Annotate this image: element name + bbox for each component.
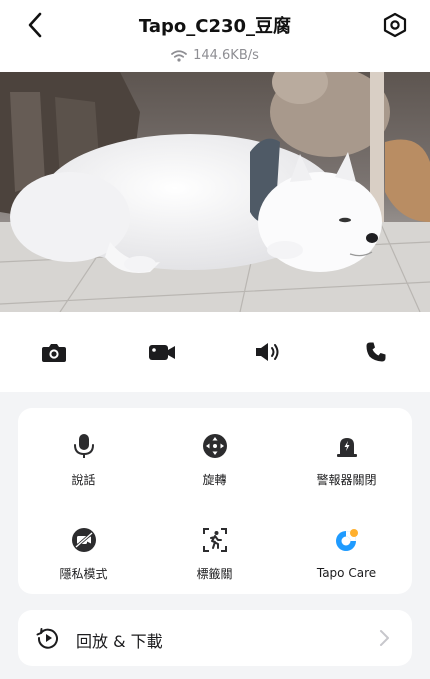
tapo-care-icon — [335, 529, 358, 551]
feature-rotate[interactable]: 旋轉 — [149, 408, 280, 488]
feature-label: 隱私模式 — [59, 567, 108, 581]
playback-icon — [36, 628, 58, 649]
call-button[interactable] — [356, 336, 396, 368]
control-bar — [0, 312, 430, 392]
feature-motion-tag[interactable]: 標籤關 — [149, 502, 280, 582]
feature-label: 旋轉 — [202, 473, 227, 487]
audio-button[interactable] — [248, 336, 288, 368]
record-button[interactable] — [142, 336, 182, 368]
playback-label: 回放 & 下載 — [76, 632, 163, 651]
motion-tag-icon — [202, 527, 227, 552]
feature-privacy[interactable]: 隱私模式 — [18, 502, 149, 582]
hexagon-settings-icon — [383, 12, 407, 38]
settings-button[interactable] — [380, 10, 410, 40]
feature-label: 說話 — [71, 473, 96, 487]
chevron-right-icon — [380, 630, 389, 646]
phone-icon — [366, 342, 386, 362]
feature-label: 標籤關 — [196, 567, 233, 581]
feature-tapo-care[interactable]: Tapo Care — [281, 502, 412, 582]
siren-icon — [336, 437, 357, 457]
video-camera-icon — [149, 345, 175, 360]
privacy-icon — [71, 527, 96, 552]
wifi-icon — [171, 49, 187, 62]
feature-talk[interactable]: 說話 — [18, 408, 149, 488]
live-video-feed[interactable] — [0, 72, 430, 312]
video-frame — [0, 72, 430, 312]
playback-download-row[interactable]: 回放 & 下載 — [18, 610, 412, 666]
speaker-icon — [256, 343, 279, 361]
camera-icon — [42, 344, 66, 362]
feature-siren[interactable]: 警報器關閉 — [281, 408, 412, 488]
snapshot-button[interactable] — [34, 336, 74, 368]
page-title: Tapo_C230_豆腐 — [138, 16, 292, 37]
feature-label: 警報器關閉 — [316, 473, 377, 487]
header: Tapo_C230_豆腐 144.6KB/s — [0, 0, 430, 72]
feature-label: Tapo Care — [316, 566, 377, 580]
speed-text: 144.6KB/s — [193, 48, 259, 63]
microphone-icon — [73, 433, 94, 458]
network-speed: 144.6KB/s — [0, 48, 430, 63]
pan-tilt-icon — [202, 433, 227, 458]
features-card: 說話 旋轉 警報器關閉 隱私模式 標籤關 Tapo Care — [18, 408, 412, 594]
